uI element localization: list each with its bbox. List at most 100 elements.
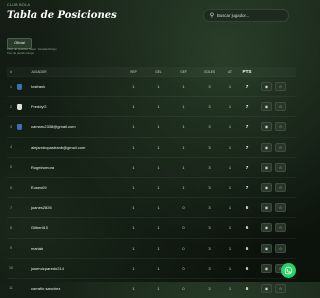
whatsapp-icon (284, 266, 293, 275)
player-name[interactable]: joseruizparedo214 (24, 266, 121, 271)
player-name[interactable]: carrafio sanchez (24, 286, 121, 291)
stat-points: 6 (245, 245, 249, 251)
stat-points: 7 (245, 185, 249, 191)
filter-bar: Filtro de posición Selec. Jornada Rango … (7, 47, 207, 55)
row-position: 11 (9, 286, 13, 291)
row-position: 1 (10, 84, 12, 89)
stat-points: 6 (245, 265, 249, 271)
stat-gel: 1 (157, 265, 160, 271)
header-gef[interactable]: GEF (171, 70, 196, 74)
player-name[interactable]: FreddyG (24, 104, 121, 109)
stat-at: 1 (228, 285, 232, 291)
header-pts[interactable]: PTS (237, 69, 257, 74)
table-row[interactable]: 6 Euses09 1 1 1 3 1 7 ◉ ☆ (7, 176, 296, 197)
search-box[interactable]: ⚲ Buscar jugador... (203, 9, 289, 22)
team-logo (15, 83, 24, 90)
stat-gef: 0 (182, 205, 185, 211)
star-icon[interactable]: ☆ (275, 122, 286, 132)
stat-gef: 1 (182, 84, 185, 90)
stat-at: 1 (228, 245, 232, 251)
stat-points: 7 (245, 124, 249, 130)
stat-rep: 1 (132, 245, 135, 251)
stat-gef: 0 (182, 285, 185, 291)
eye-icon[interactable]: ◉ (261, 203, 272, 213)
table-header: # JUGADOR REP GEL GEF GOLES AT PTS (7, 67, 296, 76)
star-icon[interactable]: ☆ (275, 183, 286, 193)
stat-goles: 3 (208, 124, 211, 130)
eye-icon[interactable]: ◉ (261, 142, 272, 152)
stat-goles: 3 (208, 225, 211, 231)
stat-rep: 1 (132, 84, 135, 90)
eye-icon[interactable]: ◉ (261, 263, 272, 273)
stat-goles: 3 (208, 205, 211, 211)
table-row[interactable]: 4 alejandropastranb@gmail.com 1 1 1 3 1 7 ◉ ☆ (7, 136, 296, 157)
table-row[interactable]: 2 FreddyG 1 1 1 3 1 7 ◉ ☆ (7, 96, 296, 116)
row-position: 2 (10, 104, 12, 109)
stat-gel: 1 (157, 185, 160, 191)
star-icon[interactable]: ☆ (275, 203, 286, 213)
filter-line-2[interactable]: Tipo de partido Grupo (7, 51, 207, 55)
row-position: 8 (10, 225, 12, 230)
player-name[interactable]: Gilberti10 (24, 225, 121, 230)
table-row[interactable]: 3 camaru2338@gmail.com 1 1 1 3 1 7 ◉ ☆ (7, 116, 296, 136)
table-row[interactable]: 7 joanes2826 1 1 0 3 1 6 ◉ ☆ (7, 197, 296, 217)
table-row[interactable]: 1 Iosfrank 1 1 1 3 1 7 ◉ ☆ (7, 76, 296, 96)
search-input[interactable]: Buscar jugador... (217, 13, 249, 18)
stat-goles: 3 (208, 285, 211, 291)
eye-icon[interactable]: ◉ (261, 82, 272, 92)
stat-gel: 1 (157, 245, 160, 251)
standings-table: # JUGADOR REP GEL GEF GOLES AT PTS 1 Iosf… (7, 67, 296, 298)
table-row[interactable]: 10joseruizparedo214110316◉☆ (7, 257, 296, 278)
row-position: 3 (10, 124, 12, 129)
stat-gel: 1 (157, 104, 160, 110)
stat-points: 7 (245, 144, 249, 150)
star-icon[interactable]: ☆ (275, 243, 286, 253)
eye-icon[interactable]: ◉ (261, 243, 272, 253)
team-logo (15, 103, 24, 110)
star-icon[interactable]: ☆ (275, 82, 286, 92)
table-row[interactable]: 8 Gilberti10 1 1 0 3 1 6 ◉ ☆ (7, 217, 296, 237)
page-title: Tabla de Posiciones (7, 10, 117, 21)
stat-goles: 3 (208, 84, 211, 90)
star-icon[interactable]: ☆ (275, 142, 286, 152)
header-at[interactable]: AT (223, 70, 237, 74)
eye-icon[interactable]: ◉ (261, 223, 272, 233)
eye-icon[interactable]: ◉ (261, 162, 272, 172)
eye-icon[interactable]: ◉ (261, 122, 272, 132)
eye-icon[interactable]: ◉ (261, 183, 272, 193)
stat-rep: 1 (132, 265, 135, 271)
stat-gel: 1 (157, 285, 160, 291)
stat-rep: 1 (132, 124, 135, 130)
header-gel[interactable]: GEL (146, 70, 171, 74)
player-name[interactable]: mariab (24, 246, 121, 251)
table-body: 1 Iosfrank 1 1 1 3 1 7 ◉ ☆ 2 FreddyG 1 1 1 3 1 7 ◉ ☆ 3 camaru… (7, 76, 296, 298)
star-icon[interactable]: ☆ (275, 102, 286, 112)
row-position: 4 (10, 145, 12, 150)
star-icon[interactable]: ☆ (275, 283, 286, 293)
header-goles[interactable]: GOLES (196, 70, 223, 74)
stat-points: 6 (245, 225, 249, 231)
player-name[interactable]: camaru2338@gmail.com (24, 124, 121, 129)
table-row[interactable]: 11 carrafio sanchez 1 1 0 3 1 6 ◉ ☆ (7, 277, 296, 298)
star-icon[interactable]: ☆ (275, 223, 286, 233)
stat-goles: 3 (208, 104, 211, 110)
stat-rep: 1 (132, 225, 135, 231)
stat-points: 7 (245, 104, 249, 110)
player-name[interactable]: Euses09 (24, 185, 121, 190)
stat-gef: 0 (182, 225, 185, 231)
table-row[interactable]: 5 Rogeiromora 1 1 1 3 1 7 ◉ ☆ (7, 156, 296, 177)
whatsapp-button[interactable] (281, 263, 296, 278)
stat-points: 6 (245, 285, 249, 291)
player-name[interactable]: Rogeiromora (24, 165, 121, 170)
eye-icon[interactable]: ◉ (261, 283, 272, 293)
eye-icon[interactable]: ◉ (261, 102, 272, 112)
star-icon[interactable]: ☆ (275, 162, 286, 172)
table-row[interactable]: 9 mariab 1 1 0 3 1 6 ◉ ☆ (7, 237, 296, 258)
player-name[interactable]: Iosfrank (24, 84, 121, 89)
header-rep[interactable]: REP (121, 70, 146, 74)
stat-rep: 1 (132, 185, 135, 191)
player-name[interactable]: alejandropastranb@gmail.com (24, 145, 121, 150)
stat-points: 6 (245, 205, 249, 211)
player-name[interactable]: joanes2826 (24, 205, 121, 210)
stat-at: 1 (228, 164, 232, 170)
